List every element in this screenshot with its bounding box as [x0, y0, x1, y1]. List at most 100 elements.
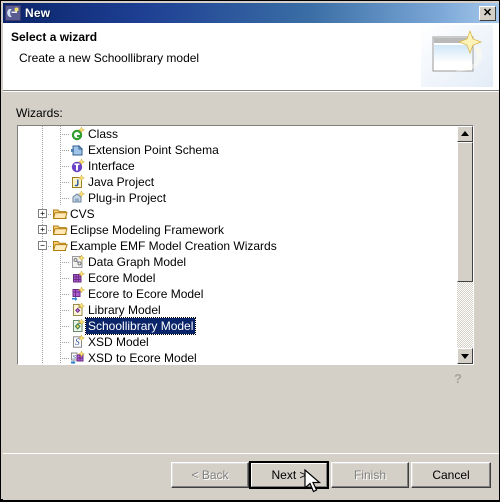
tree-row-label: CVS — [70, 207, 95, 221]
schoollibrary-model-icon — [70, 318, 86, 334]
wizard-header: Select a wizard Create a new Schoollibra… — [3, 23, 499, 91]
tree-row[interactable]: Ecore to Ecore Model — [18, 286, 457, 302]
tree-row-label: Java Project — [88, 175, 155, 189]
dialog-body: Wizards: Class Extension Point Schema Inte… — [3, 93, 499, 453]
title-bar[interactable]: New ✕ — [3, 3, 499, 23]
window-title: New — [25, 6, 51, 20]
tree-row[interactable]: + CVS — [18, 206, 457, 222]
java-project-icon — [70, 174, 86, 190]
tree-connector-line — [60, 342, 70, 343]
tree-row-label: Interface — [88, 159, 135, 173]
tree-connector-line — [60, 310, 70, 311]
page-description: Create a new Schoollibrary model — [19, 51, 200, 65]
help-icon[interactable]: ? — [450, 371, 466, 387]
interface-icon — [70, 158, 86, 174]
tree-vertical-scrollbar[interactable] — [457, 126, 473, 364]
data-graph-model-icon — [70, 254, 86, 270]
tree-branch-line — [60, 302, 61, 318]
tree-row[interactable]: Extension Point Schema — [18, 142, 457, 158]
wizards-label: Wizards: — [16, 106, 63, 120]
scrollbar-track[interactable] — [457, 142, 473, 348]
tree-row-label: Class — [88, 127, 119, 141]
tree-row-label: XSD to Ecore Model — [88, 351, 197, 364]
tree-row[interactable]: Schoollibrary Model — [18, 317, 457, 335]
tree-branch-line — [60, 126, 61, 142]
tree-connector-line — [60, 278, 70, 279]
class-icon — [70, 126, 86, 142]
next-button[interactable]: Next > — [249, 461, 329, 489]
tree-row[interactable]: S XSD to Ecore Model — [18, 350, 457, 364]
chevron-up-icon — [461, 131, 469, 136]
tree-branch-line — [60, 286, 61, 302]
wizard-banner-image — [421, 25, 493, 87]
tree-row-label: Library Model — [88, 303, 161, 317]
tree-branch-line — [60, 334, 61, 350]
tree-row[interactable]: Plug-in Project — [18, 190, 457, 206]
chevron-down-icon — [461, 354, 469, 359]
close-button[interactable]: ✕ — [479, 5, 496, 21]
tree-branch-line — [60, 270, 61, 286]
scroll-up-button[interactable] — [457, 126, 473, 142]
tree-expand-toggle[interactable]: + — [38, 209, 47, 218]
tree-row[interactable]: − Example EMF Model Creation Wizards — [18, 238, 457, 254]
xsd-model-icon: S — [70, 334, 86, 350]
tree-row[interactable]: Class — [18, 126, 457, 142]
new-wizard-dialog: New ✕ Select a wizard Create a new Schoo… — [0, 0, 500, 500]
tree-connector-line — [60, 326, 70, 327]
tree-row-label: XSD Model — [88, 335, 149, 349]
tree-expand-toggle[interactable]: + — [38, 225, 47, 234]
tree-branch-line — [60, 142, 61, 158]
tree-branch-line — [60, 158, 61, 174]
tree-connector-line — [60, 262, 70, 263]
tree-row-label: Schoollibrary Model — [84, 317, 197, 335]
scroll-down-button[interactable] — [457, 348, 473, 364]
back-button-label: < Back — [191, 468, 229, 482]
tree-connector-line — [60, 358, 70, 359]
dialog-footer: < Back Next > Finish Cancel — [3, 453, 499, 500]
tree-row[interactable]: Interface — [18, 158, 457, 174]
tree-branch-line — [60, 254, 61, 270]
tree-row-label: Plug-in Project — [88, 191, 167, 205]
tree-row[interactable]: Ecore Model — [18, 270, 457, 286]
finish-button-label: Finish — [353, 468, 386, 482]
wizards-tree[interactable]: Class Extension Point Schema Interface Java… — [17, 125, 474, 365]
folder-icon — [52, 206, 68, 222]
tree-row[interactable]: S XSD Model — [18, 334, 457, 350]
tree-connector-line — [60, 198, 70, 199]
tree-row-label: Eclipse Modeling Framework — [70, 223, 225, 237]
tree-row[interactable]: Data Graph Model — [18, 254, 457, 270]
plugin-project-icon — [70, 190, 86, 206]
ecore-model-icon — [70, 270, 86, 286]
next-button-label: Next > — [251, 463, 327, 487]
tree-row-label: Ecore Model — [88, 271, 156, 285]
tree-connector-line — [60, 134, 70, 135]
close-icon: ✕ — [482, 6, 493, 19]
finish-button[interactable]: Finish — [331, 462, 409, 488]
back-button[interactable]: < Back — [171, 462, 249, 488]
tree-rows-container: Class Extension Point Schema Interface Java… — [18, 126, 457, 364]
folder-icon — [52, 222, 68, 238]
tree-row[interactable]: + Eclipse Modeling Framework — [18, 222, 457, 238]
tree-row-label: Ecore to Ecore Model — [88, 287, 204, 301]
tree-connector-line — [60, 182, 70, 183]
scrollbar-thumb[interactable] — [457, 142, 473, 283]
tree-row[interactable]: Library Model — [18, 302, 457, 318]
tree-row-label: Extension Point Schema — [88, 143, 219, 157]
library-model-icon — [70, 302, 86, 318]
ecore-to-ecore-icon — [70, 286, 86, 302]
tree-collapse-toggle[interactable]: − — [38, 241, 47, 250]
tree-branch-line — [60, 174, 61, 190]
cancel-button[interactable]: Cancel — [411, 462, 491, 488]
tree-row-label: Example EMF Model Creation Wizards — [70, 239, 277, 253]
tree-connector-line — [60, 294, 70, 295]
tree-branch-line — [60, 350, 61, 364]
extension-schema-icon — [70, 142, 86, 158]
folder-open-icon — [52, 238, 68, 254]
tree-branch-line — [60, 190, 61, 206]
tree-row[interactable]: Java Project — [18, 174, 457, 190]
page-title: Select a wizard — [11, 30, 98, 44]
tree-branch-line — [60, 318, 61, 334]
cancel-button-label: Cancel — [432, 468, 470, 482]
eclipse-new-icon — [5, 5, 21, 21]
xsd-to-ecore-icon: S — [70, 350, 86, 364]
